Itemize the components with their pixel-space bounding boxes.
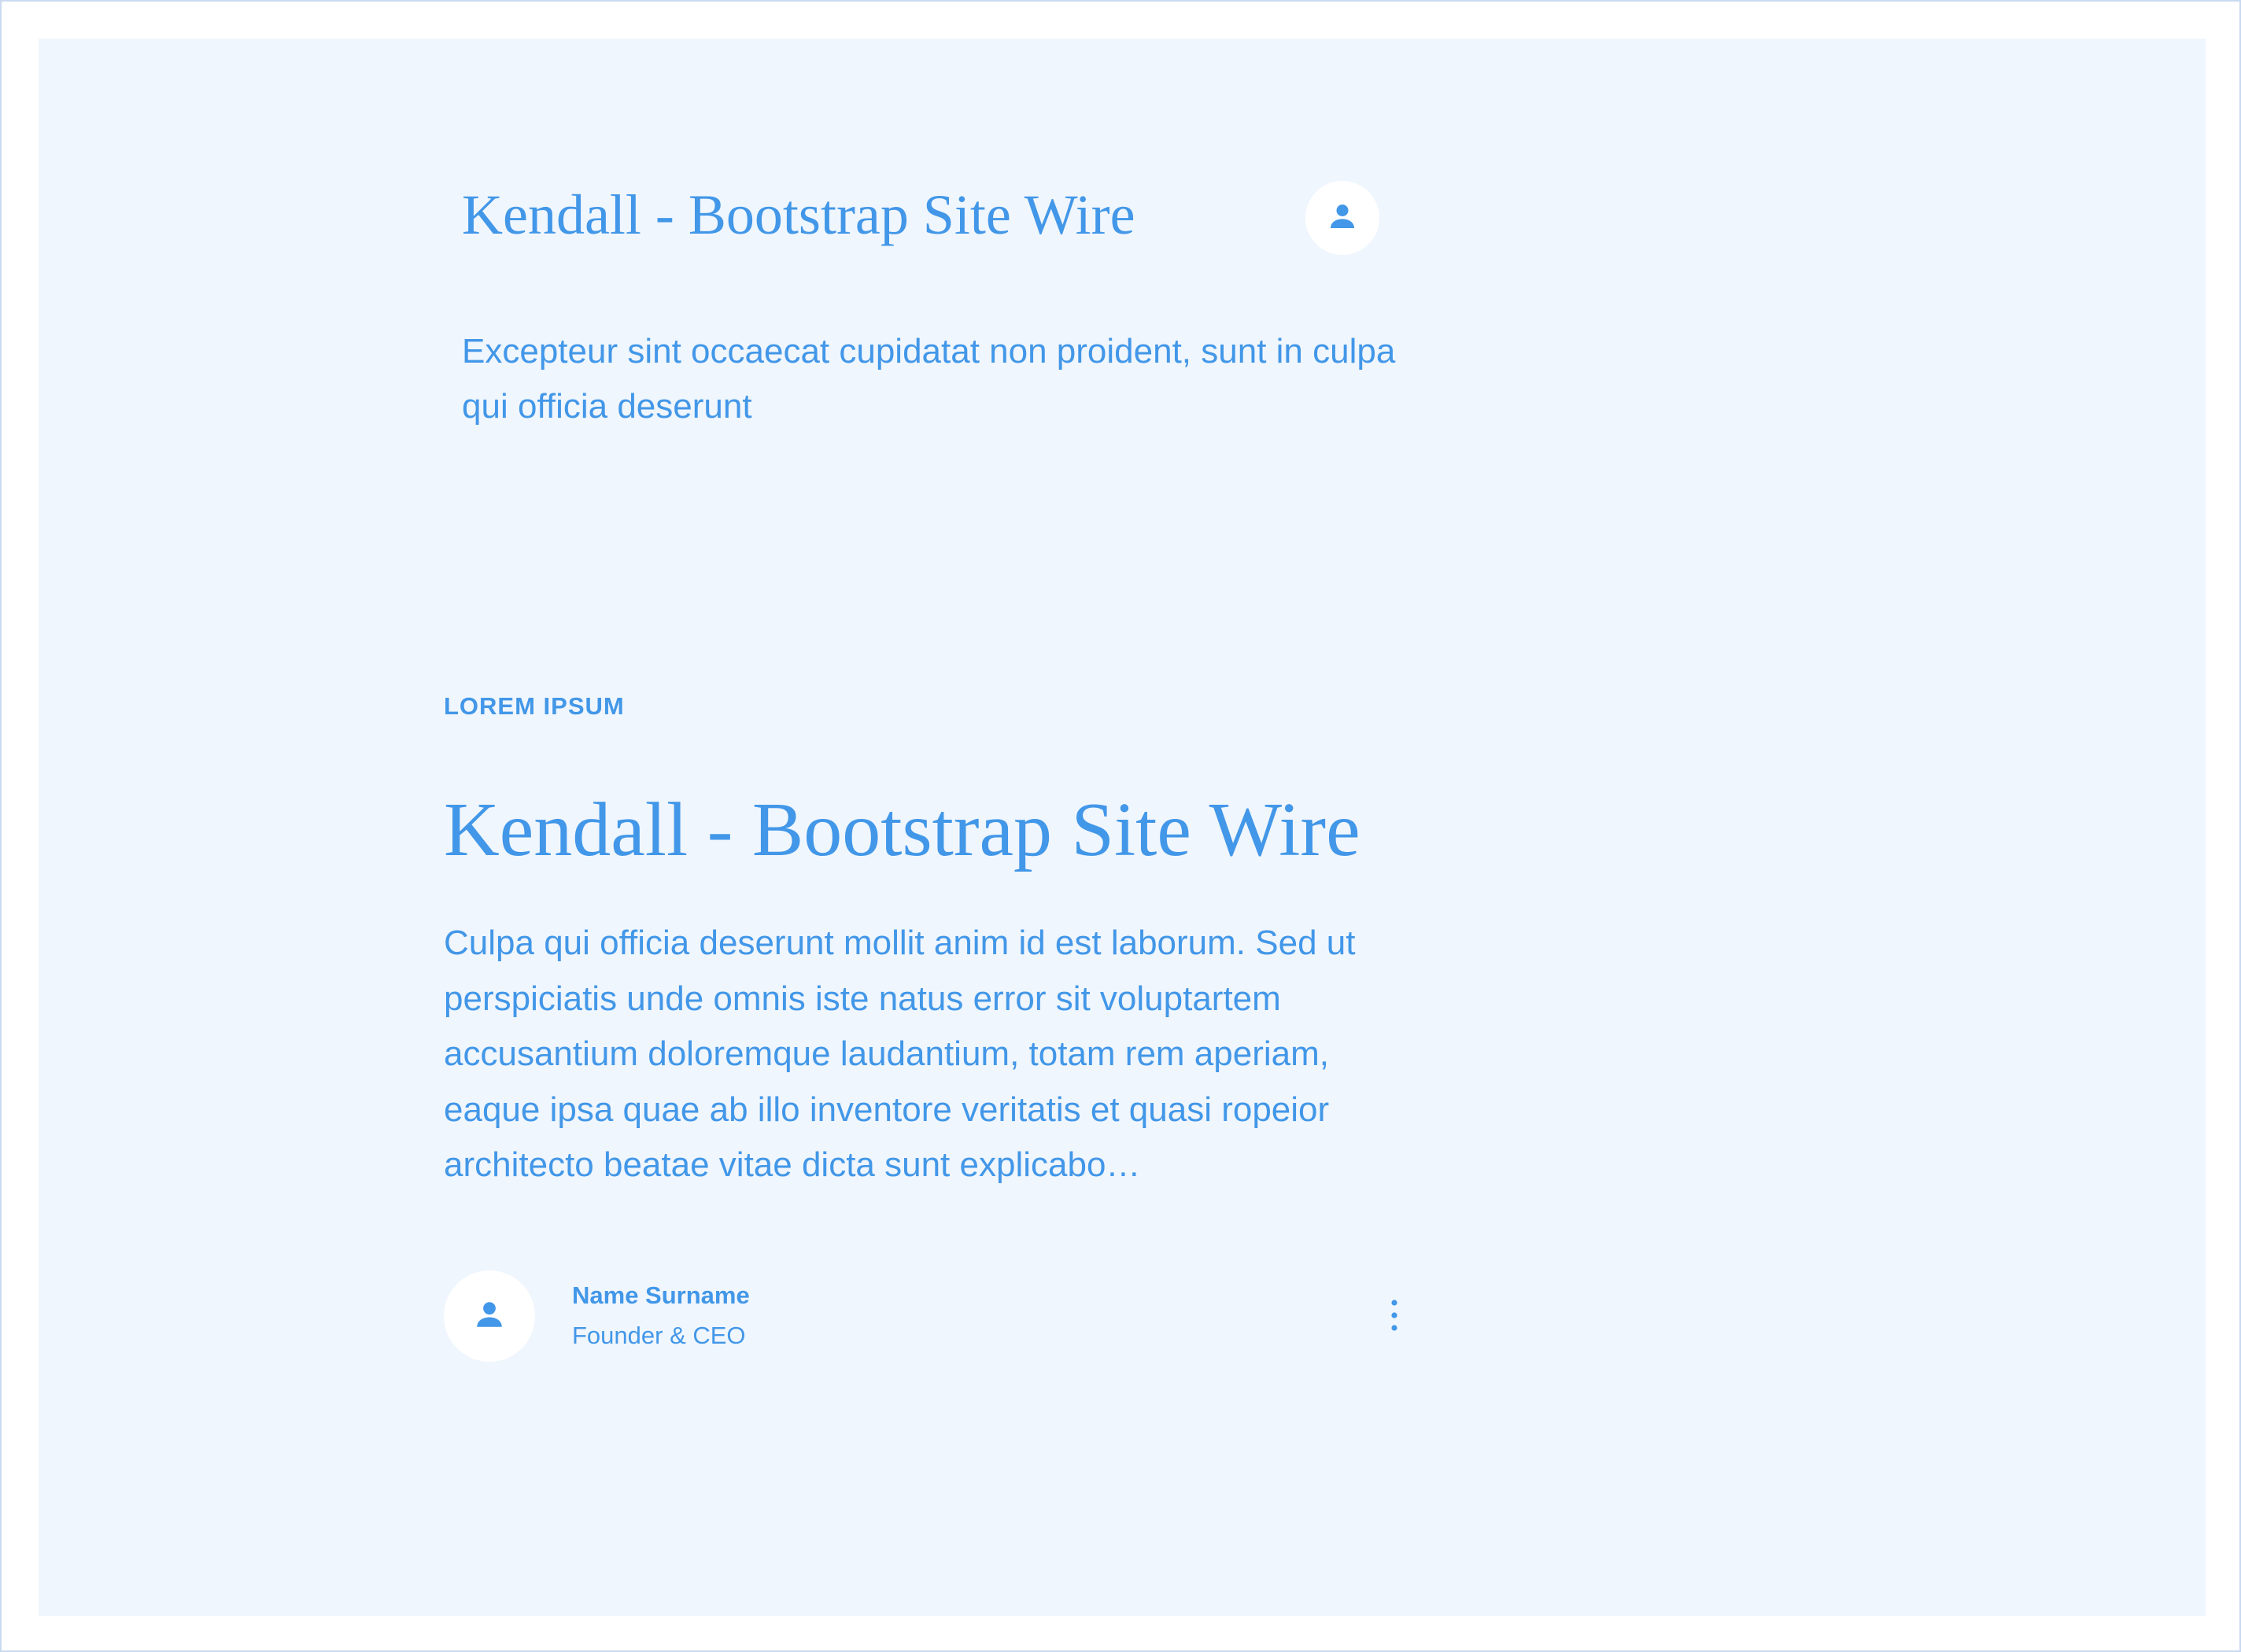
user-icon — [473, 1298, 506, 1335]
more-vertical-icon — [1390, 1298, 1399, 1337]
author-avatar[interactable] — [444, 1270, 535, 1362]
page-frame: Kendall - Bootstrap Site Wire Excepteur … — [0, 0, 2241, 1652]
author-role: Founder & CEO — [572, 1322, 746, 1349]
article-title: Kendall - Bootstrap Site Wire — [444, 787, 1360, 872]
header-subtitle: Excepteur sint occaecat cupidatat non pr… — [462, 332, 1396, 426]
article-body: Culpa qui officia deserunt mollit anim i… — [444, 924, 1356, 1184]
user-icon — [1327, 201, 1358, 236]
header-title: Kendall - Bootstrap Site Wire — [462, 183, 1135, 246]
more-options-button[interactable] — [1379, 1292, 1410, 1342]
header-avatar[interactable] — [1305, 181, 1379, 255]
article-eyebrow: LOREM IPSUM — [444, 692, 625, 720]
author-name: Name Surname — [572, 1281, 750, 1309]
